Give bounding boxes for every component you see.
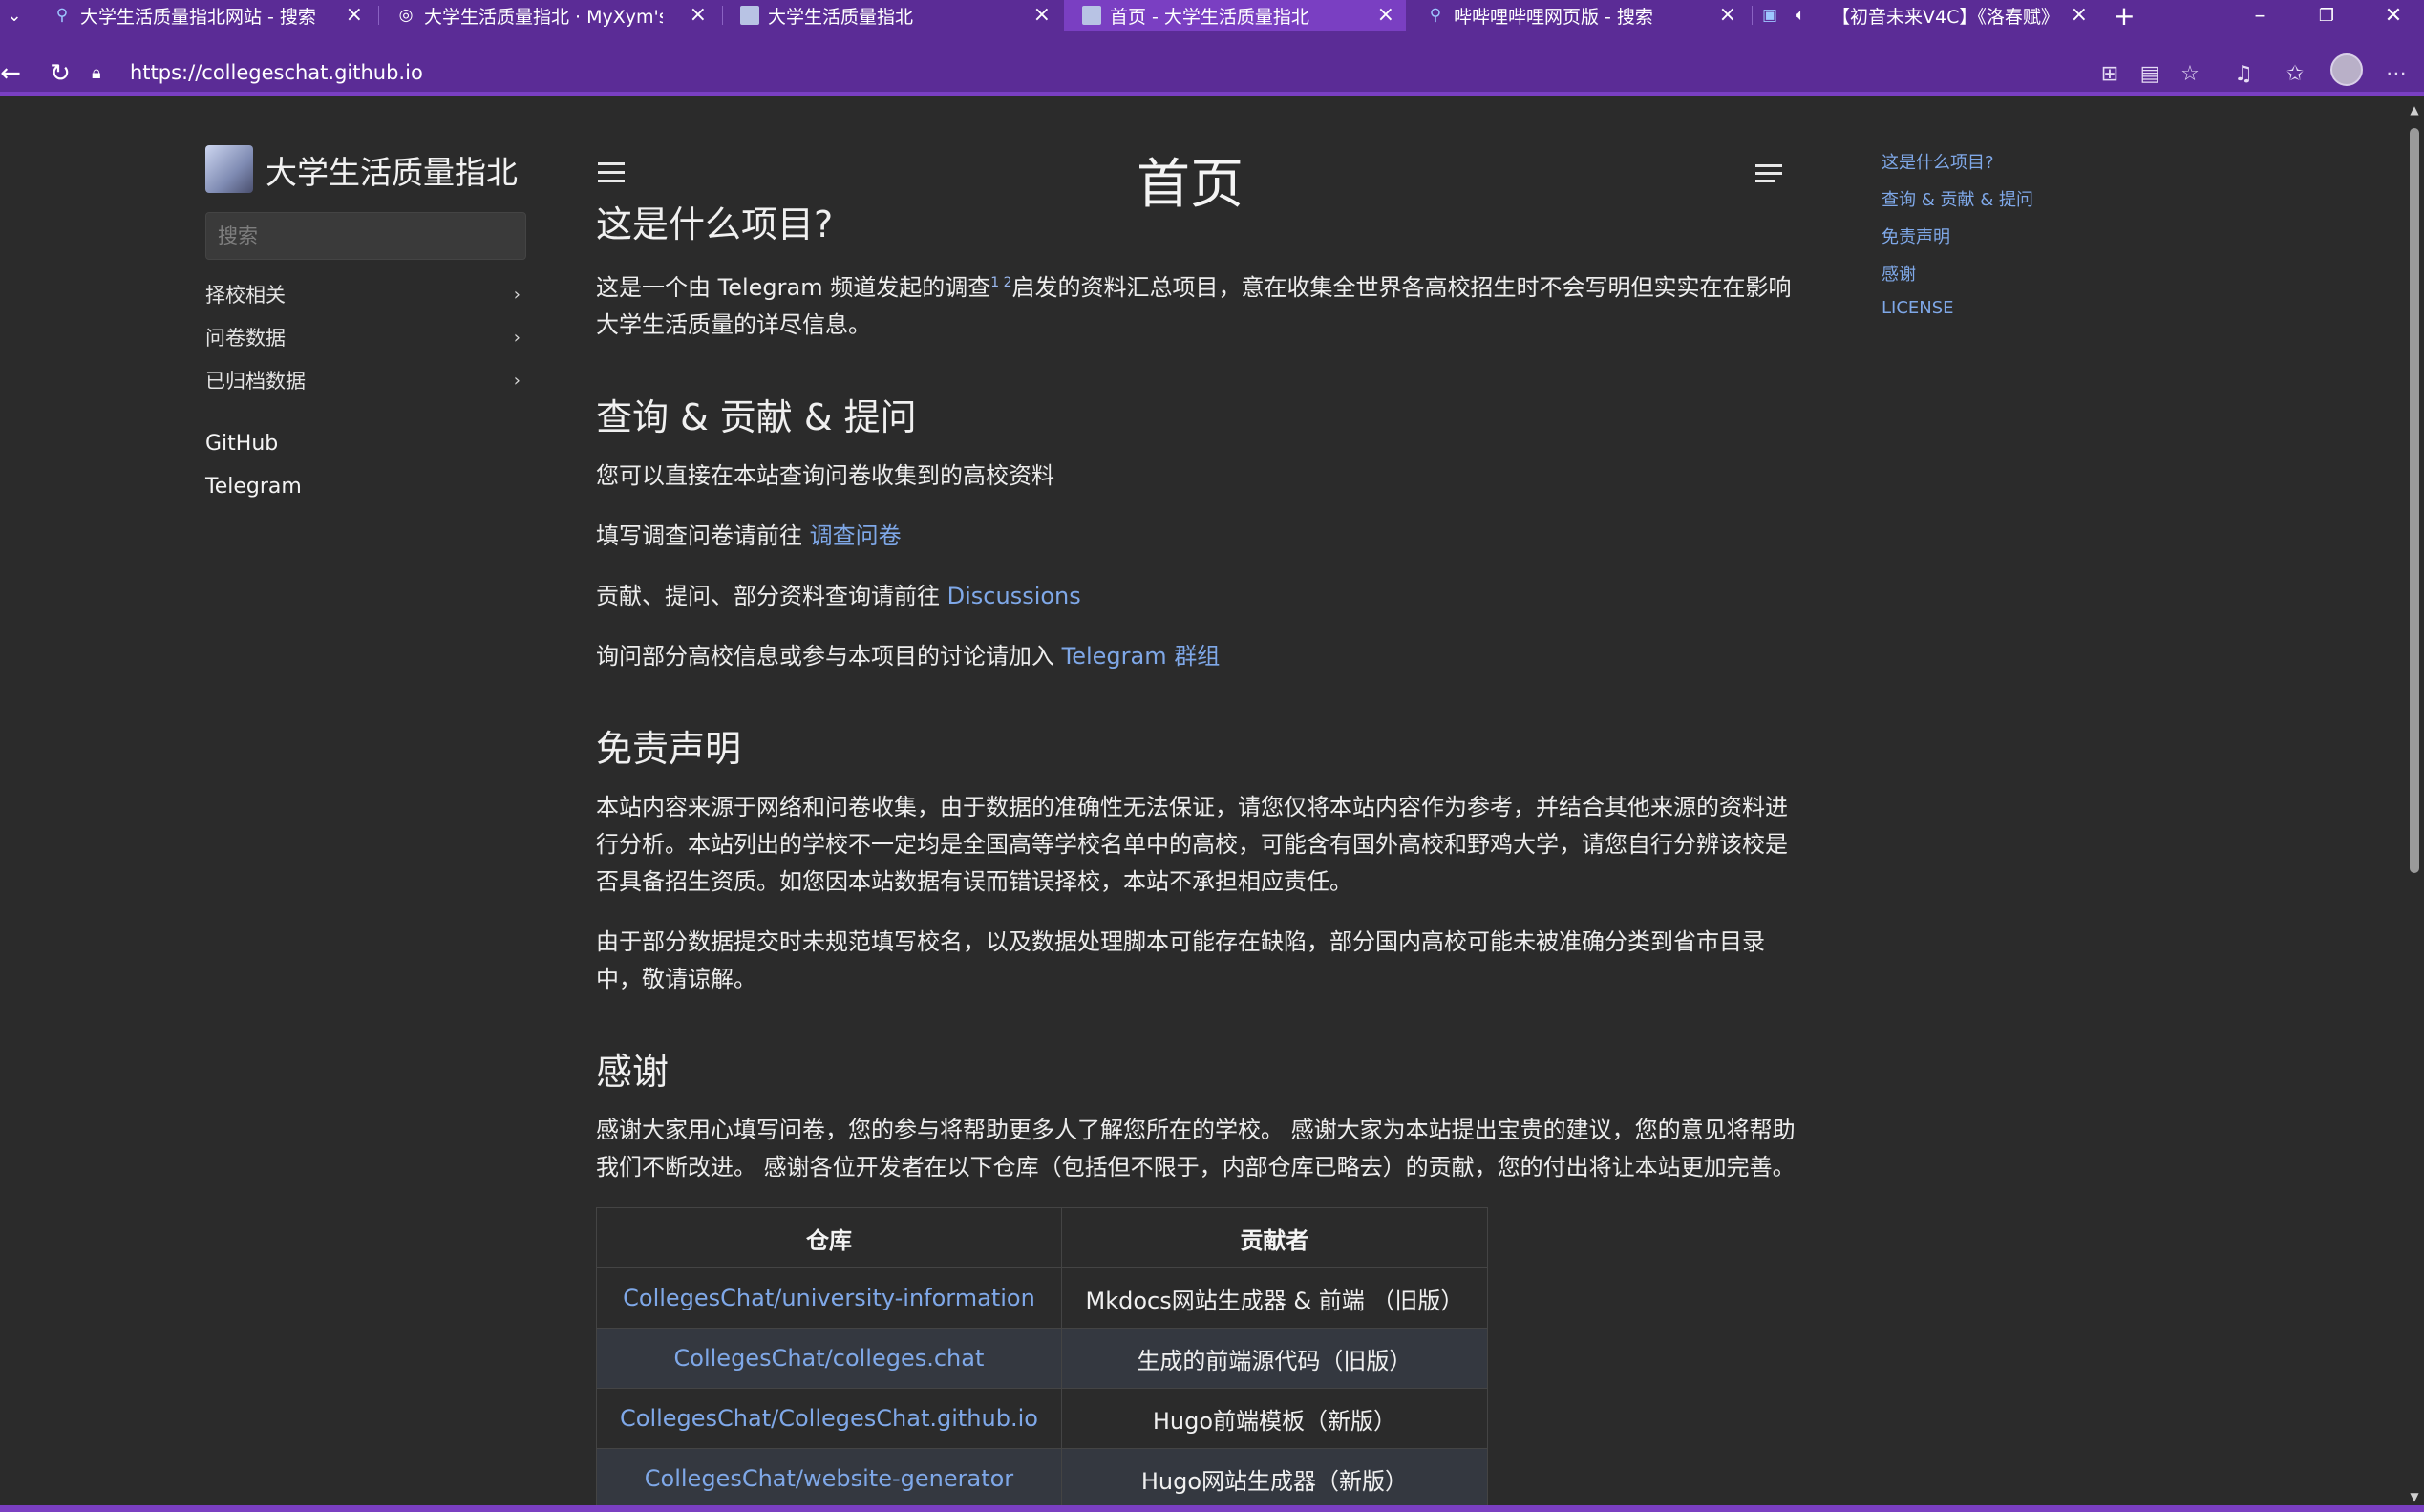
section-heading-query: 查询 & 贡献 & 提问 [596,396,917,438]
paragraph-thanks: 感谢大家用心填写问卷，您的参与将帮助更多人了解您所在的学校。 感谢大家为本站提出… [596,1117,1796,1181]
repo-link[interactable]: CollegesChat/website-generator [596,1448,1062,1505]
toc-item-thanks[interactable]: 感谢 [1882,261,1916,286]
table-row: CollegesChat/colleges.chat 生成的前端源代码（旧版） [596,1328,1488,1389]
toc-item-license[interactable]: LICENSE [1882,298,1954,318]
column-header-repo: 仓库 [596,1207,1062,1268]
section-heading-what: 这是什么项目? [596,203,834,245]
scroll-down-icon[interactable]: ▼ [2407,1490,2422,1503]
app-available-icon[interactable]: ⊞ [2094,57,2126,90]
scroll-up-icon[interactable]: ▲ [2407,103,2422,117]
repo-link[interactable]: CollegesChat/colleges.chat [596,1328,1062,1389]
sidebar-link-telegram[interactable]: Telegram [205,475,302,499]
paragraph-query: 您可以直接在本站查询问卷收集到的高校资料 [596,462,1054,489]
site-favicon-icon [739,5,760,26]
close-icon[interactable]: × [1377,3,1394,27]
search-icon: ⚲ [1429,6,1442,25]
chevron-right-icon: › [513,370,521,391]
address-bar-row: ← ↻ 🔒︎ https://collegeschat.github.io ⊞ … [0,48,2424,96]
close-icon[interactable]: × [346,3,363,27]
sidebar-item-archived-data[interactable]: 已归档数据 › [205,363,526,397]
footnote-ref[interactable]: 1 2 [990,275,1011,290]
lock-icon[interactable]: 🔒︎ [92,63,117,83]
sidebar-item-school-selection[interactable]: 择校相关 › [205,277,526,311]
toc-item-query[interactable]: 查询 & 贡献 & 提问 [1882,186,2033,211]
minimize-icon[interactable]: – [2231,0,2288,31]
window-close-icon[interactable]: ✕ [2365,0,2422,31]
survey-link[interactable]: 调查问卷 [810,522,902,549]
paragraph-disclaimer-1: 本站内容来源于网络和问卷收集，由于数据的准确性无法保证，请您仅将本站内容作为参考… [596,794,1788,895]
paragraph-survey: 填写调查问卷请前往 调查问卷 [596,522,902,549]
sidebar-item-survey-data[interactable]: 问卷数据 › [205,320,526,354]
browser-tab[interactable]: ▣ 🔈︎ 【初音未来V4C】《洛春赋》 × [1754,0,2099,31]
chevron-right-icon: › [513,284,521,305]
back-icon[interactable]: ← [0,57,27,90]
column-header-contributor: 贡献者 [1060,1207,1488,1268]
table-header-row: 仓库 贡献者 [596,1207,1488,1268]
table-row: CollegesChat/university-information Mkdo… [596,1267,1488,1329]
site-title[interactable]: 大学生活质量指北 [266,147,518,193]
scrollbar-thumb[interactable] [2410,128,2419,873]
search-icon: ⚲ [55,6,69,25]
browser-tab-active[interactable]: 首页 - 大学生活质量指北 × [1064,0,1406,31]
tab-actions-icon[interactable]: ⌄ [0,0,29,31]
paragraph-disclaimer-2: 由于部分数据提交时未规范填写校名，以及数据处理脚本可能存在缺陷，部分国内高校可能… [596,928,1765,992]
web-page: 大学生活质量指北 择校相关 › 问卷数据 › 已归档数据 › GitHub Te… [0,99,2403,1505]
toc-item-what[interactable]: 这是什么项目? [1882,149,1994,174]
close-icon[interactable]: × [1033,3,1051,27]
main-content: 这是什么项目? 这是一个由 Telegram 频道发起的调查1 2启发的资料汇总… [596,195,1796,1505]
toc-toggle-icon[interactable] [1755,164,1784,185]
refresh-icon[interactable]: ↻ [44,57,76,90]
contributors-table: 仓库 贡献者 CollegesChat/university-informati… [596,1207,1488,1505]
window-bottom-border [0,1505,2424,1512]
globe-icon: ◎ [398,6,414,25]
section-heading-thanks: 感谢 [596,1051,670,1093]
contributor-cell: Mkdocs网站生成器 & 前端 （旧版） [1060,1267,1488,1329]
favorites-icon[interactable]: ✩ [2279,57,2311,90]
address-bar[interactable]: 🔒︎ https://collegeschat.github.io [92,55,2078,90]
telegram-group-link[interactable]: Telegram 群组 [1062,643,1221,670]
paragraph-telegram: 询问部分高校信息或参与本项目的讨论请加入 Telegram 群组 [596,643,1221,670]
speaker-icon[interactable]: 🔈︎ [1790,5,1811,26]
favorite-star-icon[interactable]: ☆ [2174,57,2206,90]
table-row: CollegesChat/website-generator Hugo网站生成器… [596,1448,1488,1505]
paragraph-discussions: 贡献、提问、部分资料查询请前往 Discussions [596,583,1081,609]
sidebar-link-github[interactable]: GitHub [205,432,278,456]
repo-link[interactable]: CollegesChat/CollegesChat.github.io [596,1388,1062,1449]
contributor-cell: Hugo前端模板（新版） [1060,1388,1488,1449]
page-scrollbar[interactable]: ▲ ▼ [2403,99,2424,1505]
music-extension-icon[interactable]: ♫ [2227,57,2260,90]
contributor-cell: Hugo网站生成器（新版） [1060,1448,1488,1505]
browser-tab[interactable]: ⚲ 哔哔哩哔哩网页版 - 搜索 × [1408,0,1748,31]
site-logo[interactable] [205,145,253,193]
more-options-icon[interactable]: ⋯ [2380,57,2413,90]
reader-mode-icon[interactable]: ▤ [2134,57,2166,90]
url-text[interactable]: https://collegeschat.github.io [130,61,423,84]
tab-bar: ⌄ ⚲ 大学生活质量指北网站 - 搜索 × ◎ 大学生活质量指北 · MyXym… [0,0,2424,48]
close-icon[interactable]: × [2071,3,2088,27]
section-heading-disclaimer: 免责声明 [596,728,742,770]
contributor-cell: 生成的前端源代码（旧版） [1060,1328,1488,1389]
paragraph-intro: 这是一个由 Telegram 频道发起的调查1 2启发的资料汇总项目，意在收集全… [596,274,1792,338]
browser-tab[interactable]: ⚲ 大学生活质量指北网站 - 搜索 × [34,0,374,31]
menu-toggle-icon[interactable] [598,162,627,185]
close-icon[interactable]: × [1719,3,1736,27]
toc-item-disclaimer[interactable]: 免责声明 [1882,224,1950,248]
browser-tab[interactable]: 大学生活质量指北 × [722,0,1062,31]
chevron-right-icon: › [513,327,521,348]
search-input[interactable] [205,212,526,260]
bilibili-icon: ▣ [1761,6,1778,25]
new-tab-button[interactable]: + [2107,0,2141,32]
repo-link[interactable]: CollegesChat/university-information [596,1267,1062,1329]
site-favicon-icon [1081,5,1102,26]
profile-avatar-icon[interactable] [2330,53,2363,86]
restore-icon[interactable]: ❐ [2298,0,2355,31]
browser-tab[interactable]: ◎ 大学生活质量指北 · MyXym's Blog × [378,0,718,31]
discussions-link[interactable]: Discussions [947,583,1081,609]
close-icon[interactable]: × [690,3,707,27]
table-row: CollegesChat/CollegesChat.github.io Hugo… [596,1388,1488,1449]
